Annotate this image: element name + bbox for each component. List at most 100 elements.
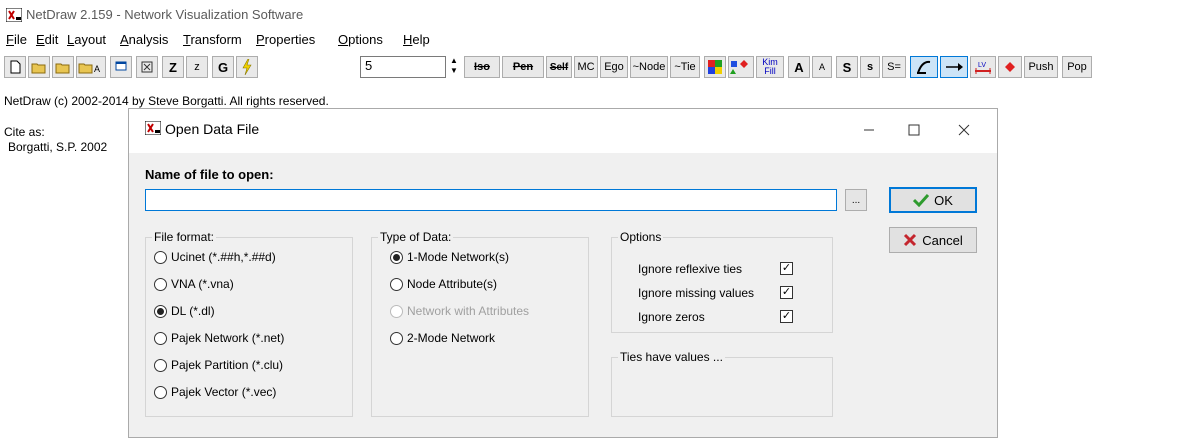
zoom-in-button[interactable]: Z: [162, 56, 184, 78]
zoom-fit-icon: [141, 61, 153, 73]
tie-button[interactable]: ~Tie: [670, 56, 700, 78]
node-button[interactable]: ~Node: [630, 56, 668, 78]
mc-button[interactable]: MC: [574, 56, 598, 78]
radio-indicator: [390, 250, 403, 264]
node-shape-icon: [730, 60, 748, 74]
cancel-button[interactable]: Cancel: [889, 227, 977, 253]
red-node-button[interactable]: [998, 56, 1022, 78]
cancel-x-icon: [904, 233, 917, 247]
font-smaller-button[interactable]: A: [812, 56, 832, 78]
close-icon: [958, 124, 970, 136]
open-folder-icon: [31, 63, 46, 74]
pen-button[interactable]: Pen: [502, 56, 544, 78]
format-vna-radio[interactable]: VNA (*.vna): [154, 277, 234, 291]
font-larger-button[interactable]: A: [788, 56, 810, 78]
browse-button[interactable]: ...: [845, 189, 867, 211]
type-1mode-radio[interactable]: 1-Mode Network(s): [390, 250, 509, 264]
ignore-zeros-checkbox[interactable]: ✓: [780, 310, 793, 323]
lightning-icon: [242, 59, 252, 75]
format-ucinet-radio[interactable]: Ucinet (*.##h,*.##d): [154, 250, 276, 264]
menu-analysis[interactable]: Analysis: [120, 32, 168, 47]
svg-text:LV: LV: [978, 62, 986, 69]
menu-properties[interactable]: Properties: [256, 32, 315, 47]
ignore-missing-values-checkbox[interactable]: ✓: [780, 286, 793, 299]
open-data-file-dialog: Open Data File Name of file to open: ...…: [128, 108, 998, 438]
radio-label: Network with Attributes: [407, 304, 530, 318]
new-file-icon: [10, 60, 21, 74]
lv-button[interactable]: LV: [970, 56, 996, 78]
kim-fill-button[interactable]: Kim Fill: [756, 56, 784, 78]
file-name-label: Name of file to open:: [145, 167, 274, 182]
iterations-spinner[interactable]: ▲ ▼: [448, 56, 460, 78]
menu-edit[interactable]: Edit: [36, 32, 58, 47]
file-name-input[interactable]: [145, 189, 837, 211]
new-file-button[interactable]: [4, 56, 26, 78]
copyright-text: NetDraw (c) 2002-2014 by Steve Borgatti.…: [4, 94, 329, 108]
menu-file[interactable]: File: [6, 32, 27, 47]
iterations-input[interactable]: 5: [360, 56, 446, 78]
size-equal-button[interactable]: S=: [882, 56, 906, 78]
self-button[interactable]: Self: [546, 56, 572, 78]
radio-label: 1-Mode Network(s): [407, 250, 510, 264]
arrow-button[interactable]: [940, 56, 968, 78]
g-button[interactable]: G: [212, 56, 234, 78]
iso-button[interactable]: Iso: [464, 56, 500, 78]
ties-have-values-group: Ties have values ...: [611, 350, 833, 417]
options-label: Options: [618, 230, 664, 244]
radio-indicator: [154, 250, 167, 264]
window-title: NetDraw 2.159 - Network Visualization So…: [26, 7, 304, 22]
format-pajek-partition-radio[interactable]: Pajek Partition (*.clu): [154, 358, 283, 372]
ignore-reflexive-ties-checkbox[interactable]: ✓: [780, 262, 793, 275]
minimize-button[interactable]: [849, 115, 889, 145]
maximize-button[interactable]: [894, 115, 934, 145]
radio-indicator: [390, 331, 403, 345]
pop-button[interactable]: Pop: [1062, 56, 1092, 78]
radio-label: 2-Mode Network: [407, 331, 496, 345]
menu-transform[interactable]: Transform: [183, 32, 242, 47]
zoom-out-button[interactable]: z: [186, 56, 208, 78]
minimize-icon: [864, 129, 874, 131]
open-network-button[interactable]: [28, 56, 50, 78]
ok-button[interactable]: OK: [889, 187, 977, 213]
zoom-fit-button[interactable]: [136, 56, 158, 78]
color-palette-button[interactable]: [704, 56, 726, 78]
fill-label: Fill: [764, 66, 776, 76]
size-larger-button[interactable]: S: [836, 56, 858, 78]
red-diamond-icon: [1005, 62, 1015, 72]
size-smaller-button[interactable]: s: [860, 56, 880, 78]
menu-help[interactable]: Help: [403, 32, 430, 47]
format-pajek-vector-radio[interactable]: Pajek Vector (*.vec): [154, 385, 276, 399]
radio-label: VNA (*.vna): [171, 277, 234, 291]
layout-button[interactable]: [110, 56, 132, 78]
type-2mode-radio[interactable]: 2-Mode Network: [390, 331, 495, 345]
lightning-button[interactable]: [236, 56, 258, 78]
dialog-title: Open Data File: [165, 121, 260, 137]
radio-indicator: [390, 277, 403, 291]
push-button[interactable]: Push: [1024, 56, 1058, 78]
open-attributes-button[interactable]: [52, 56, 74, 78]
radio-indicator: [154, 385, 167, 399]
type-of-data-label: Type of Data:: [378, 230, 454, 244]
line-style-icon: [917, 60, 931, 74]
dialog-titlebar: Open Data File: [129, 109, 997, 153]
cancel-label: Cancel: [922, 232, 963, 248]
cite-label: Cite as:: [4, 125, 45, 139]
type-node-attribute-radio[interactable]: Node Attribute(s): [390, 277, 497, 291]
line-style-button[interactable]: [910, 56, 938, 78]
node-shape-button[interactable]: [728, 56, 754, 78]
radio-label: Pajek Partition (*.clu): [171, 358, 284, 372]
menu-options[interactable]: Options: [338, 32, 383, 47]
menu-layout[interactable]: Layout: [67, 32, 106, 47]
file-format-label: File format:: [152, 230, 217, 244]
checkmark-icon: [913, 193, 930, 207]
radio-indicator: [154, 358, 167, 372]
ego-button[interactable]: Ego: [600, 56, 628, 78]
cite-text: Borgatti, S.P. 2002: [8, 140, 108, 154]
format-pajek-network-radio[interactable]: Pajek Network (*.net): [154, 331, 284, 345]
close-button[interactable]: [944, 115, 984, 145]
window-titlebar: NetDraw 2.159 - Network Visualization So…: [0, 0, 1197, 28]
format-dl-radio[interactable]: DL (*.dl): [154, 304, 215, 318]
open-vna-button[interactable]: A: [76, 56, 106, 78]
color-palette-icon: [708, 60, 722, 74]
radio-label: Node Attribute(s): [407, 277, 498, 291]
